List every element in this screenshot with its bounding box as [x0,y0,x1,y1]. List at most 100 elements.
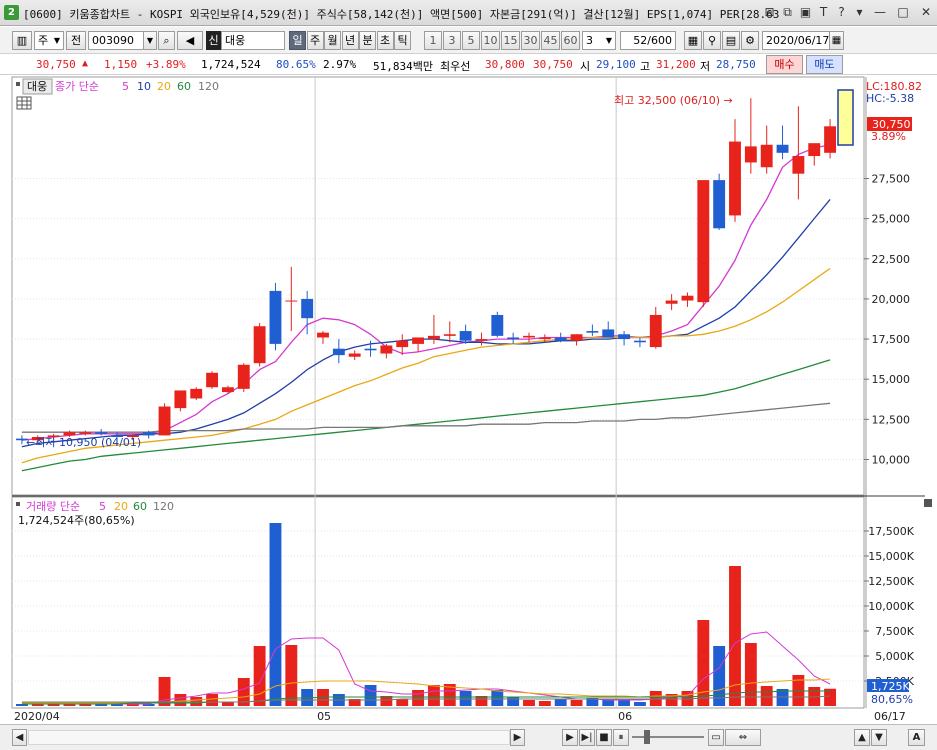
candle-body [285,300,298,302]
interval-tab-4[interactable]: 분 [359,31,376,50]
title-bar: 2 [0600] 키움종합차트 - KOSPI 외국인보유[4,529(천)] … [0,0,937,26]
code-dropdown-icon[interactable]: ▼ [143,31,157,50]
settings-icon[interactable]: ⚙ [741,31,759,50]
today-highlight-box [837,89,854,146]
zoom-slider-handle[interactable] [644,730,650,744]
pause-button[interactable]: ⏸ [613,729,629,746]
window-title: [0600] 키움종합차트 - KOSPI 외국인보유[4,529(천)] 주식… [23,8,780,21]
interval-number-10[interactable]: 10 [481,31,500,50]
scroll-left-button[interactable]: ◀ [12,729,27,746]
interval-tab-0[interactable]: 일 [289,31,306,50]
restore-icon[interactable]: ⊟ [761,3,778,21]
interval-number-3[interactable]: 3 [443,31,461,50]
interval-number-45[interactable]: 45 [541,31,560,50]
step-forward-button[interactable]: ▶| [579,729,595,746]
interval-tab-6[interactable]: 틱 [394,31,411,50]
sell-button[interactable]: 매도 [806,55,843,74]
table-icon[interactable] [16,96,32,110]
min-price-annotation: ←최저 10,950 (04/01) [26,436,141,449]
candle-body [301,298,314,319]
interval-number-15[interactable]: 15 [501,31,520,50]
chart-svg[interactable]: 10,000 12,500 15,000 17,500 20,000 22,500 25,0… [0,75,937,724]
candle-body [380,345,393,354]
candle-body [396,340,409,348]
close-icon[interactable]: ✕ [915,3,937,21]
status-bar: ◀ ▶ ▶ ▶| ■ ⏸ ▭ ⇔ ▲ ▼ A [0,724,937,750]
current-pct-text: 3.89% [871,130,906,143]
candle-body [665,300,678,304]
volume-tick-label: 5,000K [875,650,914,663]
price-tick-label: 20,000 [872,293,911,306]
stock-name-field[interactable]: 대웅 [221,31,285,50]
volume-bar [523,700,535,706]
candle [237,363,250,393]
date-input[interactable]: 2020/06/17 [762,31,830,50]
candle-body [317,332,329,338]
candle [206,371,219,389]
range-field[interactable]: 52/600 [620,31,676,50]
interval-number-1[interactable]: 1 [424,31,442,50]
stock-code-input[interactable]: 003090 [88,31,144,50]
interval-number-5[interactable]: 5 [462,31,480,50]
maximize-icon[interactable]: □ [892,3,914,21]
move-up-button[interactable]: ▲ [854,729,870,746]
compare-button[interactable]: ⇔ [725,729,761,746]
font-size-button[interactable]: A [908,729,925,746]
period-toggle-button[interactable]: 전 [66,31,86,50]
interval-tab-5[interactable]: 초 [376,31,394,50]
minimize-icon[interactable]: — [869,3,891,21]
pin-icon[interactable]: ⧉ [779,3,796,21]
calendar-icon[interactable]: ▦ [829,31,844,50]
volume-legend-label: 거래량 단순 [26,500,80,513]
scroll-right-button[interactable]: ▶ [510,729,525,746]
candle-body [221,387,234,393]
search-icon[interactable]: ⌕ [158,31,175,50]
window-controls: ⊟ ⧉ ▣ T? ▾ — □ ✕ [760,3,937,23]
candle-body [776,144,789,153]
market-type-select[interactable]: 주 ▼ [34,31,64,50]
panel-close-icon[interactable] [924,499,932,507]
trend-tool-icon[interactable]: ⚲ [703,31,721,50]
horizontal-scrollbar[interactable] [28,730,510,745]
sound-icon[interactable]: ◀ [177,31,203,50]
range-total: /600 [647,34,672,47]
candle-body [602,329,615,338]
chevron-down-icon: ▼ [605,36,612,45]
x-axis-labels: 2020/04 05 06 06/17 [14,710,906,723]
full-view-button[interactable]: ▭ [708,729,724,746]
interval-tab-3[interactable]: 년 [341,31,359,50]
font-icon[interactable]: T [815,3,832,21]
candle-body [174,390,187,409]
candle-body [729,141,741,216]
stop-button[interactable]: ■ [596,729,612,746]
move-down-button[interactable]: ▼ [871,729,887,746]
low-label: 저 [700,60,711,73]
candle-body [507,337,520,340]
price-tick-label: 22,500 [872,253,911,266]
x-axis-label: 06 [618,710,632,723]
candle-body [713,180,726,229]
buy-button[interactable]: 매수 [766,55,803,74]
x-axis-label: 06/17 [874,710,906,723]
menu-icon[interactable]: ▾ [851,3,868,21]
candle-body [412,337,425,344]
save-icon[interactable]: ▣ [797,3,814,21]
zoom-slider-track[interactable] [632,736,704,738]
interval-tab-1[interactable]: 주 [306,31,324,50]
chart-area[interactable]: 10,000 12,500 15,000 17,500 20,000 22,500 25,0… [0,75,937,750]
layout-icon[interactable]: ▥ [12,31,32,50]
count-select[interactable]: 3 ▼ [582,31,616,50]
save-chart-icon[interactable]: ▤ [722,31,740,50]
volume-tick-label: 12,500K [868,575,914,588]
play-button[interactable]: ▶ [562,729,578,746]
help-icon[interactable]: ? [833,3,850,21]
candle-body [570,334,583,341]
interval-number-30[interactable]: 30 [521,31,540,50]
interval-tab-2[interactable]: 월 [324,31,341,50]
current-price: 30,750 [36,58,76,71]
legend-period-5: 5 [122,80,129,93]
interval-number-60[interactable]: 60 [561,31,580,50]
volume-ratio: 80.65% [276,58,316,71]
volume-legend-period-60: 60 [133,500,147,513]
indicator-icon[interactable]: ▦ [684,31,702,50]
